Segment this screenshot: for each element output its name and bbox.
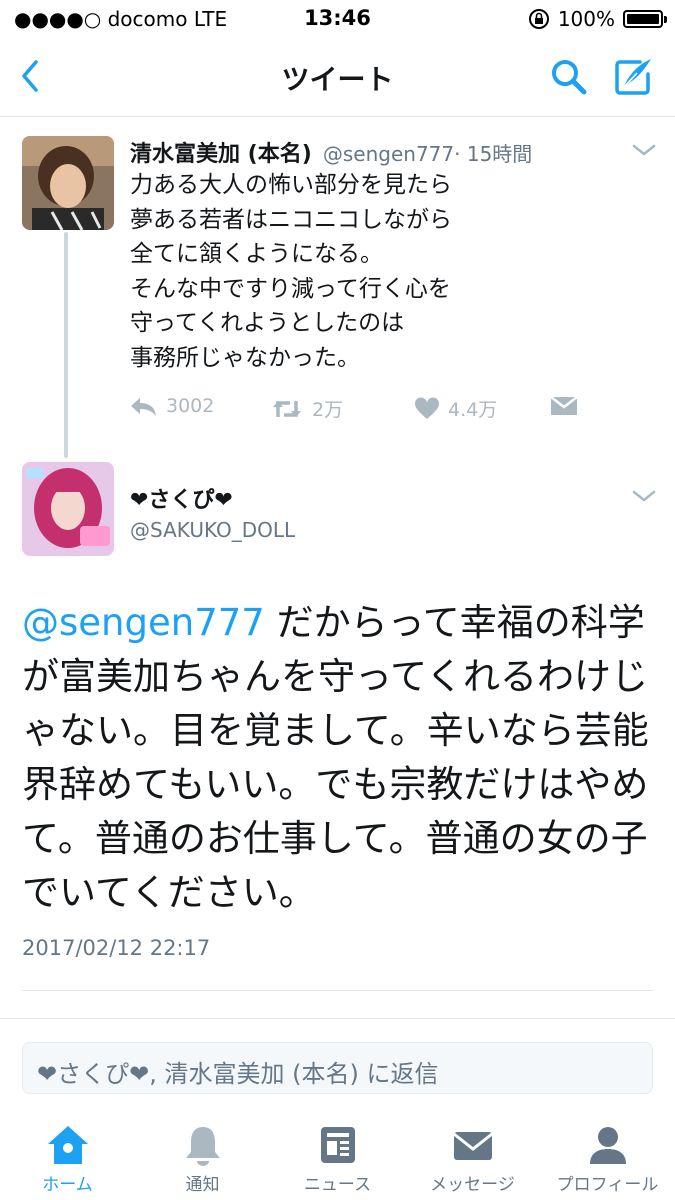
chevron-down-icon[interactable] bbox=[630, 140, 658, 160]
bell-icon bbox=[185, 1127, 220, 1166]
tweet-text: 力ある大人の怖い部分を見たら 夢ある若者はニコニコしながら 全てに頷くようになる… bbox=[130, 172, 452, 371]
tab-label: ニュース bbox=[303, 1175, 372, 1195]
nav-bar: ツイート bbox=[0, 38, 675, 117]
reply-icon bbox=[131, 398, 156, 416]
profile-icon bbox=[589, 1127, 626, 1164]
tweet-text: @sengen777 だからって幸福の科学が富美加ちゃんを守ってくれるわけじゃな… bbox=[22, 596, 654, 920]
tweet2-header: ❤さくぴ❤ @SAKUKO_DOLL bbox=[130, 482, 295, 542]
tab-label: メッセージ bbox=[430, 1175, 515, 1195]
tweet-date: 2017/02/12 22:17 bbox=[22, 936, 211, 960]
tweet-actions: 3002 2万 4.4万 bbox=[128, 395, 588, 425]
tab-news[interactable]: ニュース bbox=[270, 1110, 405, 1200]
thread-line bbox=[64, 232, 68, 458]
author-handle[interactable]: @sengen777 bbox=[323, 142, 454, 166]
tweet1-header: 清水富美加 (本名) @sengen777· 15時間 bbox=[130, 136, 532, 168]
status-right: 100% bbox=[528, 7, 667, 31]
reply-button[interactable]: 3002 bbox=[128, 395, 214, 417]
tab-label: プロフィール bbox=[556, 1175, 659, 1195]
search-icon[interactable] bbox=[548, 56, 590, 98]
status-bar: ●●●●○ docomo LTE 13:46 100% bbox=[0, 0, 675, 38]
mention-link[interactable]: @sengen777 bbox=[22, 601, 265, 644]
tab-label: 通知 bbox=[185, 1175, 220, 1195]
news-icon bbox=[320, 1127, 355, 1163]
author-handle[interactable]: @SAKUKO_DOLL bbox=[130, 518, 295, 542]
avatar[interactable] bbox=[22, 136, 114, 230]
tab-profile[interactable]: プロフィール bbox=[540, 1110, 675, 1200]
compose-icon[interactable] bbox=[610, 54, 656, 100]
envelope-icon bbox=[550, 396, 578, 415]
chevron-down-icon[interactable] bbox=[630, 486, 658, 506]
author-name[interactable]: 清水富美加 (本名) bbox=[130, 142, 312, 167]
dm-button[interactable] bbox=[550, 395, 578, 417]
divider bbox=[0, 1018, 675, 1019]
tab-home[interactable]: ホーム bbox=[0, 1110, 135, 1200]
reply-count: 3002 bbox=[166, 395, 215, 417]
tab-label: ホーム bbox=[42, 1175, 93, 1195]
rotation-lock-icon bbox=[528, 9, 549, 29]
like-count: 4.4万 bbox=[448, 399, 498, 421]
avatar[interactable] bbox=[22, 462, 114, 556]
retweet-button[interactable]: 2万 bbox=[270, 395, 343, 422]
tweet-body: だからって幸福の科学が富美加ちゃんを守ってくれるわけじゃない。目を覚まして。辛い… bbox=[22, 601, 649, 914]
battery-percent: 100% bbox=[557, 7, 615, 31]
author-name[interactable]: ❤さくぴ❤ bbox=[130, 482, 295, 514]
tab-bar: ホーム 通知 ニュース メッセージ プロフィール bbox=[0, 1110, 675, 1200]
tab-messages[interactable]: メッセージ bbox=[405, 1110, 540, 1200]
reply-input[interactable]: ❤さくぴ❤, 清水富美加 (本名) に返信 bbox=[22, 1042, 653, 1094]
battery-icon bbox=[623, 10, 667, 28]
retweet-count: 2万 bbox=[312, 399, 344, 421]
tweet-time: · 15時間 bbox=[454, 142, 533, 166]
retweet-icon bbox=[273, 400, 301, 417]
heart-icon bbox=[414, 396, 440, 419]
divider bbox=[22, 990, 653, 991]
tab-notifications[interactable]: 通知 bbox=[135, 1110, 270, 1200]
envelope-icon bbox=[452, 1132, 493, 1160]
home-icon bbox=[47, 1126, 88, 1164]
like-button[interactable]: 4.4万 bbox=[414, 395, 497, 422]
